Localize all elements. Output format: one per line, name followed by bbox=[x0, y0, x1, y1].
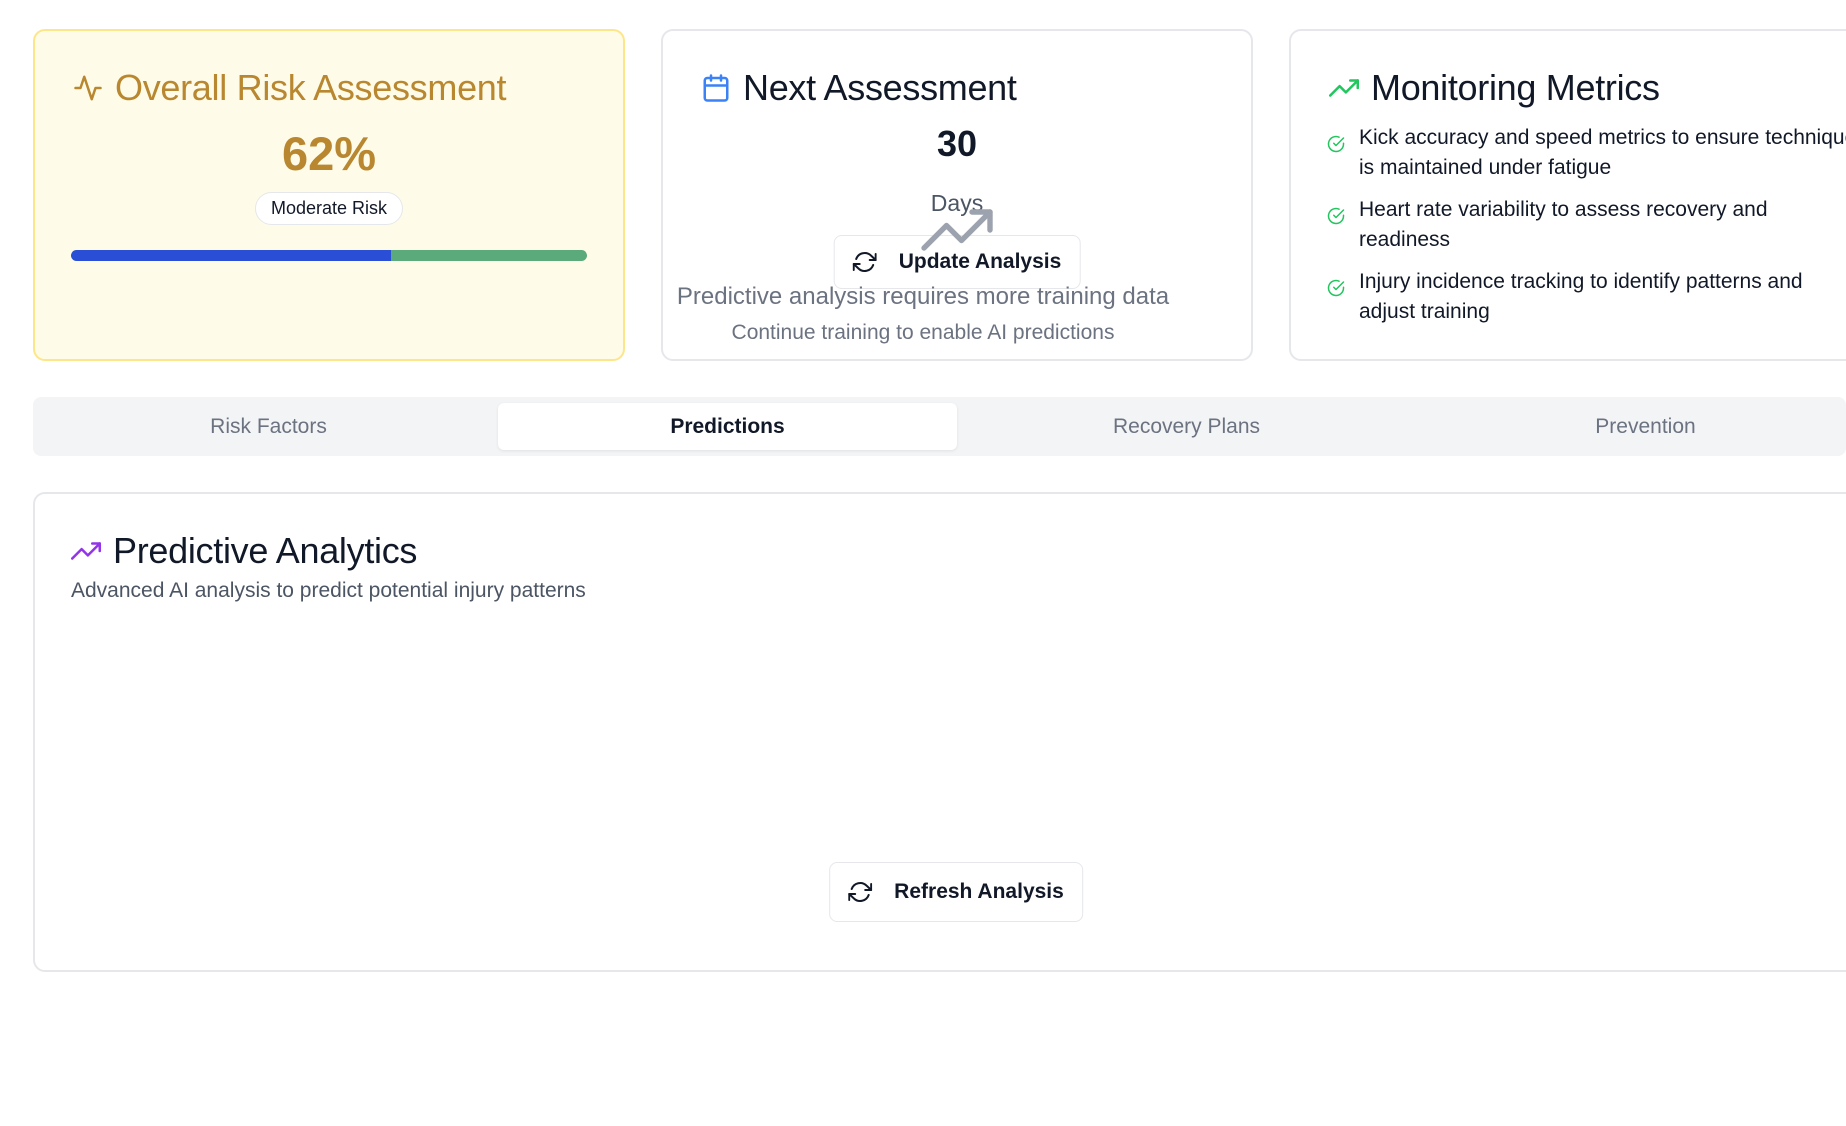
metric-item: Heart rate variability to assess recover… bbox=[1327, 195, 1846, 255]
metrics-card-title: Monitoring Metrics bbox=[1329, 67, 1660, 109]
tab-predictions[interactable]: Predictions bbox=[498, 403, 957, 450]
check-circle-icon bbox=[1327, 207, 1345, 225]
risk-assessment-card: Overall Risk Assessment 62% Moderate Ris… bbox=[33, 29, 625, 361]
page: Overall Risk Assessment 62% Moderate Ris… bbox=[0, 0, 1846, 1126]
days-count: 30 bbox=[936, 123, 978, 164]
next-assessment-card: Next Assessment 30 Days Update Analysis bbox=[661, 29, 1253, 361]
metric-item-text: Heart rate variability to assess recover… bbox=[1359, 198, 1768, 251]
refresh-icon bbox=[852, 250, 877, 274]
refresh-icon bbox=[848, 880, 873, 904]
tab-bar: Risk Factors Predictions Recovery Plans … bbox=[33, 397, 1846, 456]
risk-card-title-text: Overall Risk Assessment bbox=[115, 67, 507, 108]
refresh-analysis-button[interactable]: Refresh Analysis bbox=[829, 862, 1083, 922]
next-card-title: Next Assessment bbox=[701, 67, 1017, 109]
tab-prevention[interactable]: Prevention bbox=[1416, 403, 1846, 450]
empty-state-subtitle: Continue training to enable AI predictio… bbox=[731, 321, 1115, 344]
next-card-title-text: Next Assessment bbox=[743, 67, 1017, 108]
activity-icon bbox=[73, 73, 103, 103]
empty-state-title: Predictive analysis requires more traini… bbox=[676, 283, 1170, 310]
metric-item: Kick accuracy and speed metrics to ensur… bbox=[1327, 123, 1846, 183]
metric-item-text: Kick accuracy and speed metrics to ensur… bbox=[1359, 126, 1846, 179]
check-circle-icon bbox=[1327, 135, 1345, 153]
risk-level-badge: Moderate Risk bbox=[254, 192, 404, 225]
monitoring-metrics-card: Monitoring Metrics Kick accuracy and spe… bbox=[1289, 29, 1846, 361]
calendar-icon bbox=[701, 73, 731, 103]
metrics-card-title-text: Monitoring Metrics bbox=[1371, 67, 1660, 108]
trending-up-icon bbox=[921, 206, 993, 260]
refresh-analysis-label: Refresh Analysis bbox=[894, 880, 1064, 903]
risk-percentage: 62% bbox=[281, 127, 377, 180]
tab-recovery-plans[interactable]: Recovery Plans bbox=[957, 403, 1416, 450]
tab-risk-factors[interactable]: Risk Factors bbox=[39, 403, 498, 450]
risk-progress-fill bbox=[71, 250, 391, 261]
predictive-subtitle: Advanced AI analysis to predict potentia… bbox=[71, 579, 586, 602]
predictive-title: Predictive Analytics bbox=[71, 530, 417, 572]
trending-up-icon bbox=[1329, 73, 1359, 103]
trending-up-icon bbox=[71, 536, 101, 566]
predictive-title-text: Predictive Analytics bbox=[113, 530, 418, 571]
risk-card-title: Overall Risk Assessment bbox=[73, 67, 507, 109]
risk-progress-bar bbox=[71, 250, 587, 261]
